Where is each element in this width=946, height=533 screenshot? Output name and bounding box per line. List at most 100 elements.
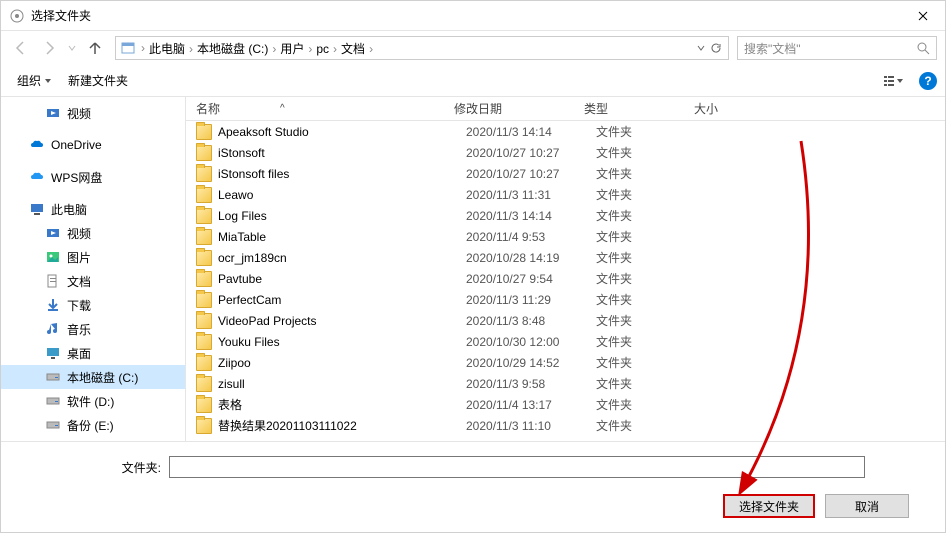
folder-icon (196, 124, 212, 140)
sidebar-item-label: 下载 (67, 297, 91, 314)
file-row[interactable]: iStonsoft files2020/10/27 10:27文件夹 (186, 163, 945, 184)
folder-icon (196, 334, 212, 350)
sidebar-item[interactable]: 音乐 (1, 317, 185, 341)
disk-icon (45, 393, 61, 409)
file-name: iStonsoft (218, 146, 466, 160)
file-row[interactable]: VideoPad Projects2020/11/3 8:48文件夹 (186, 310, 945, 331)
file-type: 文件夹 (596, 228, 706, 245)
file-row[interactable]: MiaTable2020/11/4 9:53文件夹 (186, 226, 945, 247)
sidebar-item-label: 视频 (67, 105, 91, 122)
chevron-right-icon[interactable]: › (368, 42, 374, 56)
disk-icon (45, 369, 61, 385)
file-name: Apeaksoft Studio (218, 125, 466, 139)
breadcrumb-item[interactable]: 用户 (277, 42, 307, 56)
file-row[interactable]: iStonsoft2020/10/27 10:27文件夹 (186, 142, 945, 163)
video-icon (45, 225, 61, 241)
sidebar-item[interactable]: 视频 (1, 101, 185, 125)
bottom-panel: 文件夹: 选择文件夹 取消 (1, 441, 945, 532)
file-row[interactable]: Ziipoo2020/10/29 14:52文件夹 (186, 352, 945, 373)
pc-icon (29, 201, 45, 217)
header-date[interactable]: 修改日期 (444, 97, 574, 120)
file-row[interactable]: ocr_jm189cn2020/10/28 14:19文件夹 (186, 247, 945, 268)
folder-icon (196, 166, 212, 182)
up-button[interactable] (83, 36, 107, 60)
file-name: MiaTable (218, 230, 466, 244)
header-type[interactable]: 类型 (574, 97, 684, 120)
sidebar-item[interactable]: 备份 (E:) (1, 413, 185, 437)
titlebar: 选择文件夹 (1, 1, 945, 31)
file-type: 文件夹 (596, 396, 706, 413)
file-date: 2020/11/3 8:48 (466, 314, 596, 328)
file-date: 2020/11/3 11:29 (466, 293, 596, 307)
file-row[interactable]: Pavtube2020/10/27 9:54文件夹 (186, 268, 945, 289)
organize-label: 组织 (17, 72, 41, 89)
select-folder-button[interactable]: 选择文件夹 (723, 494, 815, 518)
file-date: 2020/10/27 9:54 (466, 272, 596, 286)
file-type: 文件夹 (596, 375, 706, 392)
refresh-button[interactable] (710, 42, 722, 54)
file-list[interactable]: Apeaksoft Studio2020/11/3 14:14文件夹iStons… (186, 121, 945, 441)
file-row[interactable]: 替换结果202011031110222020/11/3 11:10文件夹 (186, 415, 945, 436)
breadcrumb-item[interactable]: 文档 (338, 42, 368, 56)
file-name: ocr_jm189cn (218, 251, 466, 265)
address-dropdown[interactable] (696, 43, 706, 53)
file-date: 2020/11/3 14:14 (466, 125, 596, 139)
file-type: 文件夹 (596, 144, 706, 161)
documents-icon (45, 273, 61, 289)
sidebar-item-label: 本地磁盘 (C:) (67, 369, 138, 386)
column-headers: 名称 ^ 修改日期 类型 大小 (186, 97, 945, 121)
file-row[interactable]: PerfectCam2020/11/3 11:29文件夹 (186, 289, 945, 310)
search-icon (917, 42, 930, 55)
file-row[interactable]: Log Files2020/11/3 14:14文件夹 (186, 205, 945, 226)
help-button[interactable]: ? (919, 72, 937, 90)
sidebar-item[interactable]: 软件 (D:) (1, 389, 185, 413)
file-name: VideoPad Projects (218, 314, 466, 328)
file-row[interactable]: Leawo2020/11/3 11:31文件夹 (186, 184, 945, 205)
sidebar-item-label: OneDrive (51, 138, 102, 152)
file-type: 文件夹 (596, 249, 706, 266)
header-name[interactable]: 名称 ^ (186, 97, 444, 120)
folder-name-input[interactable] (169, 456, 865, 478)
sidebar-item[interactable]: 视频 (1, 221, 185, 245)
sidebar[interactable]: 视频OneDriveWPS网盘此电脑视频图片文档下载音乐桌面本地磁盘 (C:)软… (1, 97, 186, 441)
file-name: Ziipoo (218, 356, 466, 370)
forward-button[interactable] (37, 36, 61, 60)
sidebar-item-label: 软件 (D:) (67, 393, 114, 410)
file-row[interactable]: Youku Files2020/10/30 12:00文件夹 (186, 331, 945, 352)
file-row[interactable]: 表格2020/11/4 13:17文件夹 (186, 394, 945, 415)
sidebar-item[interactable]: 本地磁盘 (C:) (1, 365, 185, 389)
nav-bar: › 此电脑›本地磁盘 (C:)›用户›pc›文档› 搜索"文档" (1, 31, 945, 65)
file-date: 2020/11/3 14:14 (466, 209, 596, 223)
folder-icon (196, 229, 212, 245)
sidebar-item[interactable]: 下载 (1, 293, 185, 317)
sidebar-item[interactable]: 图片 (1, 245, 185, 269)
breadcrumb-item[interactable]: 本地磁盘 (C:) (194, 42, 271, 56)
file-date: 2020/10/28 14:19 (466, 251, 596, 265)
header-size[interactable]: 大小 (684, 97, 945, 120)
organize-button[interactable]: 组织 (9, 68, 60, 93)
folder-icon (196, 250, 212, 266)
sidebar-item[interactable]: WPS网盘 (1, 165, 185, 189)
file-row[interactable]: Apeaksoft Studio2020/11/3 14:14文件夹 (186, 121, 945, 142)
app-icon (9, 8, 25, 24)
recent-dropdown[interactable] (65, 36, 79, 60)
sidebar-item[interactable]: 此电脑 (1, 197, 185, 221)
address-bar[interactable]: › 此电脑›本地磁盘 (C:)›用户›pc›文档› (115, 36, 729, 60)
new-folder-button[interactable]: 新建文件夹 (60, 68, 136, 93)
folder-icon (196, 292, 212, 308)
sidebar-item[interactable]: OneDrive (1, 133, 185, 157)
file-name: 替换结果20201103111022 (218, 417, 466, 434)
sort-indicator: ^ (280, 103, 285, 114)
breadcrumb-item[interactable]: 此电脑 (146, 42, 188, 56)
back-button[interactable] (9, 36, 33, 60)
view-options-button[interactable] (875, 70, 911, 92)
close-button[interactable] (900, 1, 945, 31)
search-input[interactable]: 搜索"文档" (737, 36, 937, 60)
breadcrumb-item[interactable]: pc (313, 42, 332, 56)
folder-icon (196, 418, 212, 434)
sidebar-item[interactable]: 文档 (1, 269, 185, 293)
cancel-button[interactable]: 取消 (825, 494, 909, 518)
file-row[interactable]: zisull2020/11/3 9:58文件夹 (186, 373, 945, 394)
sidebar-item[interactable]: 桌面 (1, 341, 185, 365)
toolbar: 组织 新建文件夹 ? (1, 65, 945, 97)
